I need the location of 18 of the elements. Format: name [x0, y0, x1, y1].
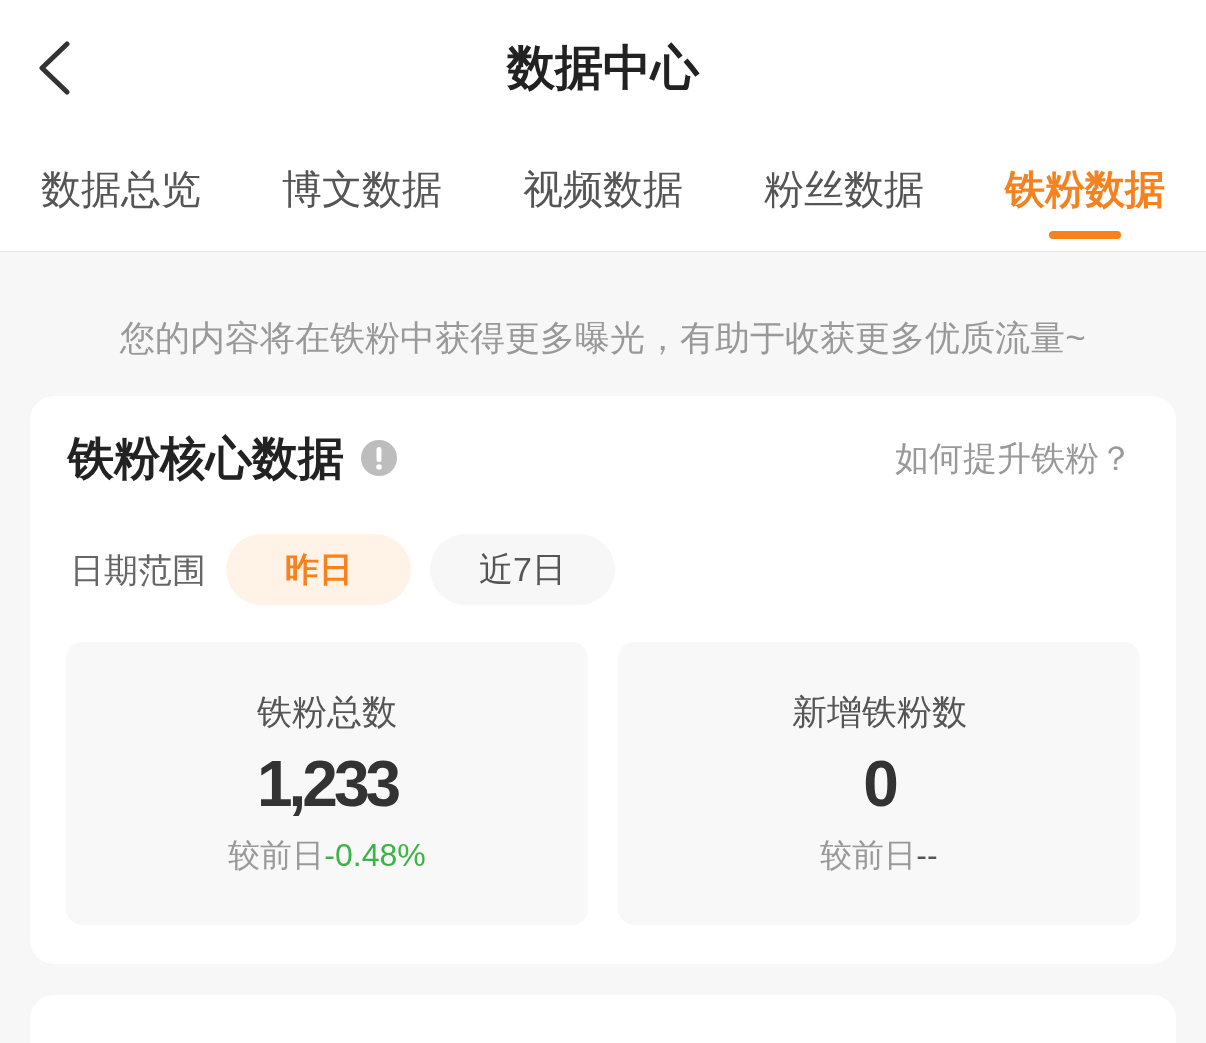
- compare-label: 较前日: [228, 836, 325, 875]
- stat-value: 0: [863, 748, 895, 820]
- stat-value: 1,233: [256, 748, 398, 820]
- compare-label: 较前日: [820, 836, 917, 875]
- change-value: -0.48%: [324, 836, 426, 875]
- date-range-label: 日期范围: [70, 549, 206, 591]
- card-title: 铁粉核心数据: [68, 431, 344, 486]
- date-chip[interactable]: 近7日: [430, 534, 615, 605]
- tab[interactable]: 数据总览: [0, 135, 242, 251]
- tab[interactable]: 视频数据: [482, 135, 724, 251]
- stat-label: 新增铁粉数: [791, 691, 967, 733]
- hint-text: 您的内容将在铁粉中获得更多曝光，有助于收获更多优质流量~: [120, 317, 1086, 359]
- page-title: 数据中心: [507, 39, 699, 96]
- tab[interactable]: 粉丝数据: [723, 135, 965, 251]
- change-value: --: [916, 836, 938, 875]
- stat-label: 铁粉总数: [257, 691, 397, 733]
- back-icon: [37, 40, 71, 95]
- tab[interactable]: 博文数据: [241, 135, 483, 251]
